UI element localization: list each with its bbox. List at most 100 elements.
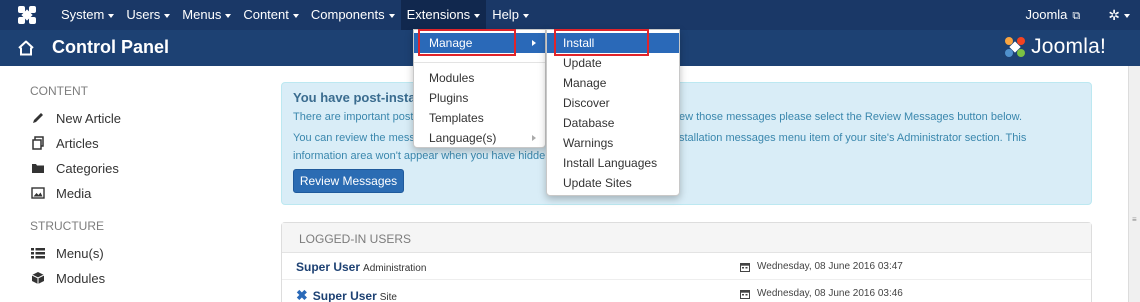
submenu-item-discover[interactable]: Discover: [547, 93, 679, 113]
sidebar-item-new-article[interactable]: New Article: [30, 108, 121, 128]
menu-system-label: System: [61, 7, 105, 22]
menu-item-label: Plugins: [429, 91, 469, 105]
caret-down-icon: [388, 13, 395, 18]
scrollbar-grip-icon: ≡: [1132, 215, 1137, 224]
user-settings-button[interactable]: ✲: [1108, 7, 1130, 24]
menu-users[interactable]: Users: [120, 0, 176, 30]
panel-title: LOGGED-IN USERS: [299, 232, 412, 246]
sidebar-item-label: New Article: [56, 110, 122, 126]
copy-icon: [30, 136, 46, 150]
top-navbar: System Users Menus Content Components Ex…: [0, 0, 1140, 30]
menu-content-label: Content: [243, 7, 289, 22]
sidebar-item-articles[interactable]: Articles: [30, 133, 99, 153]
sidebar-section-content: CONTENT: [30, 84, 88, 98]
highlight-box-install: [554, 29, 649, 56]
table-row: ✖ Super User Site Wednesday, 08 June 2016 …: [282, 281, 1091, 302]
gear-icon: ✲: [1108, 6, 1120, 23]
caret-down-icon: [292, 13, 299, 18]
page-title: Control Panel: [52, 37, 170, 57]
menu-divider: [414, 62, 545, 63]
alert-heading: You have post-install: [293, 90, 423, 105]
submenu-item-install-languages[interactable]: Install Languages: [547, 153, 679, 173]
pencil-icon: [30, 111, 46, 125]
home-icon: [18, 40, 34, 56]
post-install-alert: You have post-install There are importan…: [281, 82, 1092, 205]
user-link[interactable]: Super User: [313, 289, 377, 302]
menu-item-plugins[interactable]: Plugins: [414, 88, 545, 108]
cube-icon: [30, 271, 46, 285]
caret-right-icon: [532, 40, 536, 46]
menu-help-label: Help: [492, 7, 519, 22]
alert-line1-start: There are important post-: [293, 111, 418, 123]
menu-item-label: Templates: [429, 111, 484, 125]
caret-down-icon: [474, 13, 481, 18]
menu-item-label: Update: [563, 56, 602, 70]
menu-item-modules[interactable]: Modules: [414, 68, 545, 88]
sidebar-item-media[interactable]: Media: [30, 183, 91, 203]
submenu-item-manage[interactable]: Manage: [547, 73, 679, 93]
alert-line2-start: You can review the mess: [293, 132, 415, 144]
sidebar: CONTENT New Article Articles Categories …: [0, 66, 262, 302]
caret-down-icon: [522, 13, 529, 18]
submenu-item-warnings[interactable]: Warnings: [547, 133, 679, 153]
submenu-item-update-sites[interactable]: Update Sites: [547, 173, 679, 193]
menu-help[interactable]: Help: [486, 0, 535, 30]
menu-menus[interactable]: Menus: [176, 0, 237, 30]
sidebar-item-menus[interactable]: Menu(s): [30, 243, 104, 263]
page-scrollbar[interactable]: ≡: [1128, 66, 1140, 302]
caret-down-icon: [164, 13, 171, 18]
menu-item-label: Warnings: [563, 136, 614, 150]
menu-item-label: Modules: [429, 71, 475, 85]
panel-header: LOGGED-IN USERS: [282, 223, 1091, 253]
menu-content[interactable]: Content: [237, 0, 305, 30]
date-cell: Wednesday, 08 June 2016 03:47: [740, 261, 903, 272]
sidebar-item-categories[interactable]: Categories: [30, 158, 119, 178]
review-messages-button[interactable]: Review Messages: [293, 169, 404, 193]
sidebar-section-structure: STRUCTURE: [30, 219, 104, 233]
logout-x-icon[interactable]: ✖: [296, 287, 308, 302]
site-link[interactable]: Joomla ⧉: [1025, 7, 1080, 23]
user-location: Site: [379, 292, 397, 302]
menu-components-label: Components: [310, 7, 385, 22]
menu-item-label: Install Languages: [563, 156, 658, 170]
logged-in-users-panel: LOGGED-IN USERS Super User Administration…: [281, 222, 1092, 302]
sidebar-item-label: Articles: [56, 135, 99, 151]
menu-item-label: Discover: [563, 96, 610, 110]
alert-line3: information area won't appear when you h…: [293, 150, 552, 162]
joomla-brand: Joomla!: [1003, 35, 1106, 59]
user-link[interactable]: Super User: [296, 260, 360, 274]
highlight-box-manage: [418, 29, 516, 56]
sidebar-item-modules[interactable]: Modules: [30, 268, 105, 288]
sidebar-item-label: Menu(s): [56, 245, 104, 261]
menu-item-label: Language(s): [429, 131, 497, 145]
sidebar-item-label: Categories: [56, 160, 119, 176]
image-icon: [30, 186, 46, 200]
menu-system[interactable]: System: [55, 0, 120, 30]
caret-right-icon: [532, 135, 536, 141]
user-cell: Super User Administration: [296, 260, 426, 274]
menu-users-label: Users: [126, 7, 161, 22]
joomla-brand-logo-icon: [1005, 37, 1026, 57]
sidebar-item-label: Modules: [56, 270, 106, 286]
submenu-item-update[interactable]: Update: [547, 53, 679, 73]
main-menu: System Users Menus Content Components Ex…: [55, 0, 535, 30]
date-cell: Wednesday, 08 June 2016 03:46: [740, 288, 903, 299]
external-link-icon: ⧉: [1072, 10, 1081, 22]
menu-item-label: Manage: [563, 76, 607, 90]
site-link-label: Joomla: [1025, 7, 1068, 22]
joomla-brand-text: Joomla!: [1031, 35, 1106, 58]
list-icon: [30, 246, 46, 260]
menu-item-languages[interactable]: Language(s): [414, 128, 545, 148]
menu-item-templates[interactable]: Templates: [414, 108, 545, 128]
menu-extensions-label: Extensions: [406, 7, 471, 22]
sidebar-item-label: Media: [56, 185, 92, 201]
navbar-right: Joomla ⧉ ✲: [1025, 0, 1130, 30]
date-text: Wednesday, 08 June 2016 03:46: [757, 288, 903, 299]
menu-menus-label: Menus: [182, 7, 222, 22]
caret-down-icon: [225, 13, 232, 18]
joomla-logo-icon[interactable]: [16, 4, 38, 26]
submenu-item-database[interactable]: Database: [547, 113, 679, 133]
menu-components[interactable]: Components: [305, 0, 401, 30]
calendar-icon: [740, 289, 750, 299]
menu-extensions[interactable]: Extensions: [400, 0, 487, 30]
